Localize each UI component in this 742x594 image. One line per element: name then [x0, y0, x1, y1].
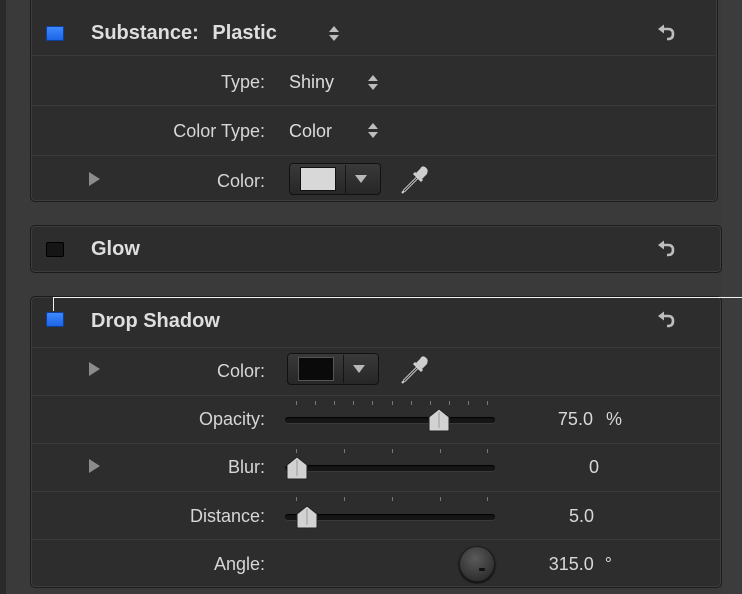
shadow-eyedropper-icon[interactable]: [398, 353, 432, 387]
substance-value: Plastic: [212, 22, 277, 44]
substance-color-disclosure-icon[interactable]: [89, 172, 100, 186]
substance-header[interactable]: Substance: Plastic: [91, 22, 277, 45]
substance-color-swatch: [300, 167, 336, 191]
color-type-value[interactable]: Color: [289, 121, 332, 142]
chevron-down-icon[interactable]: [353, 365, 365, 373]
blur-slider-thumb[interactable]: [286, 456, 308, 480]
blur-disclosure-icon[interactable]: [89, 459, 100, 473]
color-well-divider: [345, 165, 346, 193]
substance-eyedropper-icon[interactable]: [398, 163, 432, 197]
type-stepper-icon[interactable]: [367, 73, 379, 93]
substance-color-label: Color:: [216, 171, 265, 191]
angle-dial-indicator: [479, 568, 485, 571]
drop-shadow-panel: [30, 296, 722, 588]
divider: [31, 347, 721, 348]
opacity-ticks: [296, 401, 488, 407]
drop-shadow-reset-arrow-icon[interactable]: [657, 311, 677, 331]
divider: [31, 155, 717, 156]
shadow-color-disclosure-icon[interactable]: [89, 362, 100, 376]
opacity-slider-track[interactable]: [285, 417, 495, 423]
blur-value[interactable]: 0: [589, 457, 599, 478]
callout-line: [53, 297, 742, 298]
shadow-color-swatch: [298, 357, 334, 381]
angle-unit: °: [604, 554, 612, 574]
substance-color-well[interactable]: [289, 163, 381, 195]
color-type-stepper-icon[interactable]: [367, 121, 379, 141]
chevron-down-icon[interactable]: [355, 175, 367, 183]
shadow-color-well[interactable]: [287, 353, 379, 385]
substance-reset-arrow-icon[interactable]: [657, 24, 677, 44]
glow-title[interactable]: Glow: [91, 238, 140, 261]
glow-enable-checkbox[interactable]: [46, 242, 64, 257]
blur-label: Blur:: [227, 457, 265, 477]
blur-ticks: [296, 449, 488, 455]
type-label: Type:: [220, 72, 265, 92]
angle-number: 315.0: [548, 554, 594, 574]
angle-dial[interactable]: [459, 546, 495, 582]
type-value[interactable]: Shiny: [289, 72, 334, 93]
divider: [31, 443, 721, 444]
opacity-unit: %: [605, 409, 622, 429]
opacity-number: 75.0: [557, 409, 593, 429]
color-type-label: Color Type:: [173, 121, 265, 141]
substance-stepper-icon[interactable]: [328, 24, 340, 44]
callout-line: [53, 297, 54, 311]
divider: [31, 55, 717, 56]
divider: [31, 539, 721, 540]
opacity-value[interactable]: 75.0 %: [558, 409, 622, 430]
glow-reset-arrow-icon[interactable]: [657, 240, 677, 260]
distance-value[interactable]: 5.0: [569, 506, 594, 527]
color-well-divider: [343, 355, 344, 383]
divider: [31, 395, 721, 396]
divider: [31, 105, 717, 106]
opacity-label: Opacity:: [198, 409, 265, 429]
distance-label: Distance:: [189, 506, 265, 526]
drop-shadow-title[interactable]: Drop Shadow: [91, 310, 220, 333]
angle-value[interactable]: 315.0 °: [549, 554, 612, 575]
blur-slider-track[interactable]: [285, 465, 495, 471]
distance-ticks: [296, 497, 488, 503]
substance-enable-checkbox[interactable]: [46, 26, 64, 41]
substance-title: Substance:: [91, 22, 199, 44]
opacity-slider-thumb[interactable]: [428, 408, 450, 432]
window-frame-left: [0, 0, 6, 594]
divider: [31, 491, 721, 492]
distance-slider-thumb[interactable]: [296, 505, 318, 529]
shadow-color-label: Color:: [216, 361, 265, 381]
angle-label: Angle:: [213, 554, 265, 574]
drop-shadow-enable-checkbox[interactable]: [46, 312, 64, 327]
